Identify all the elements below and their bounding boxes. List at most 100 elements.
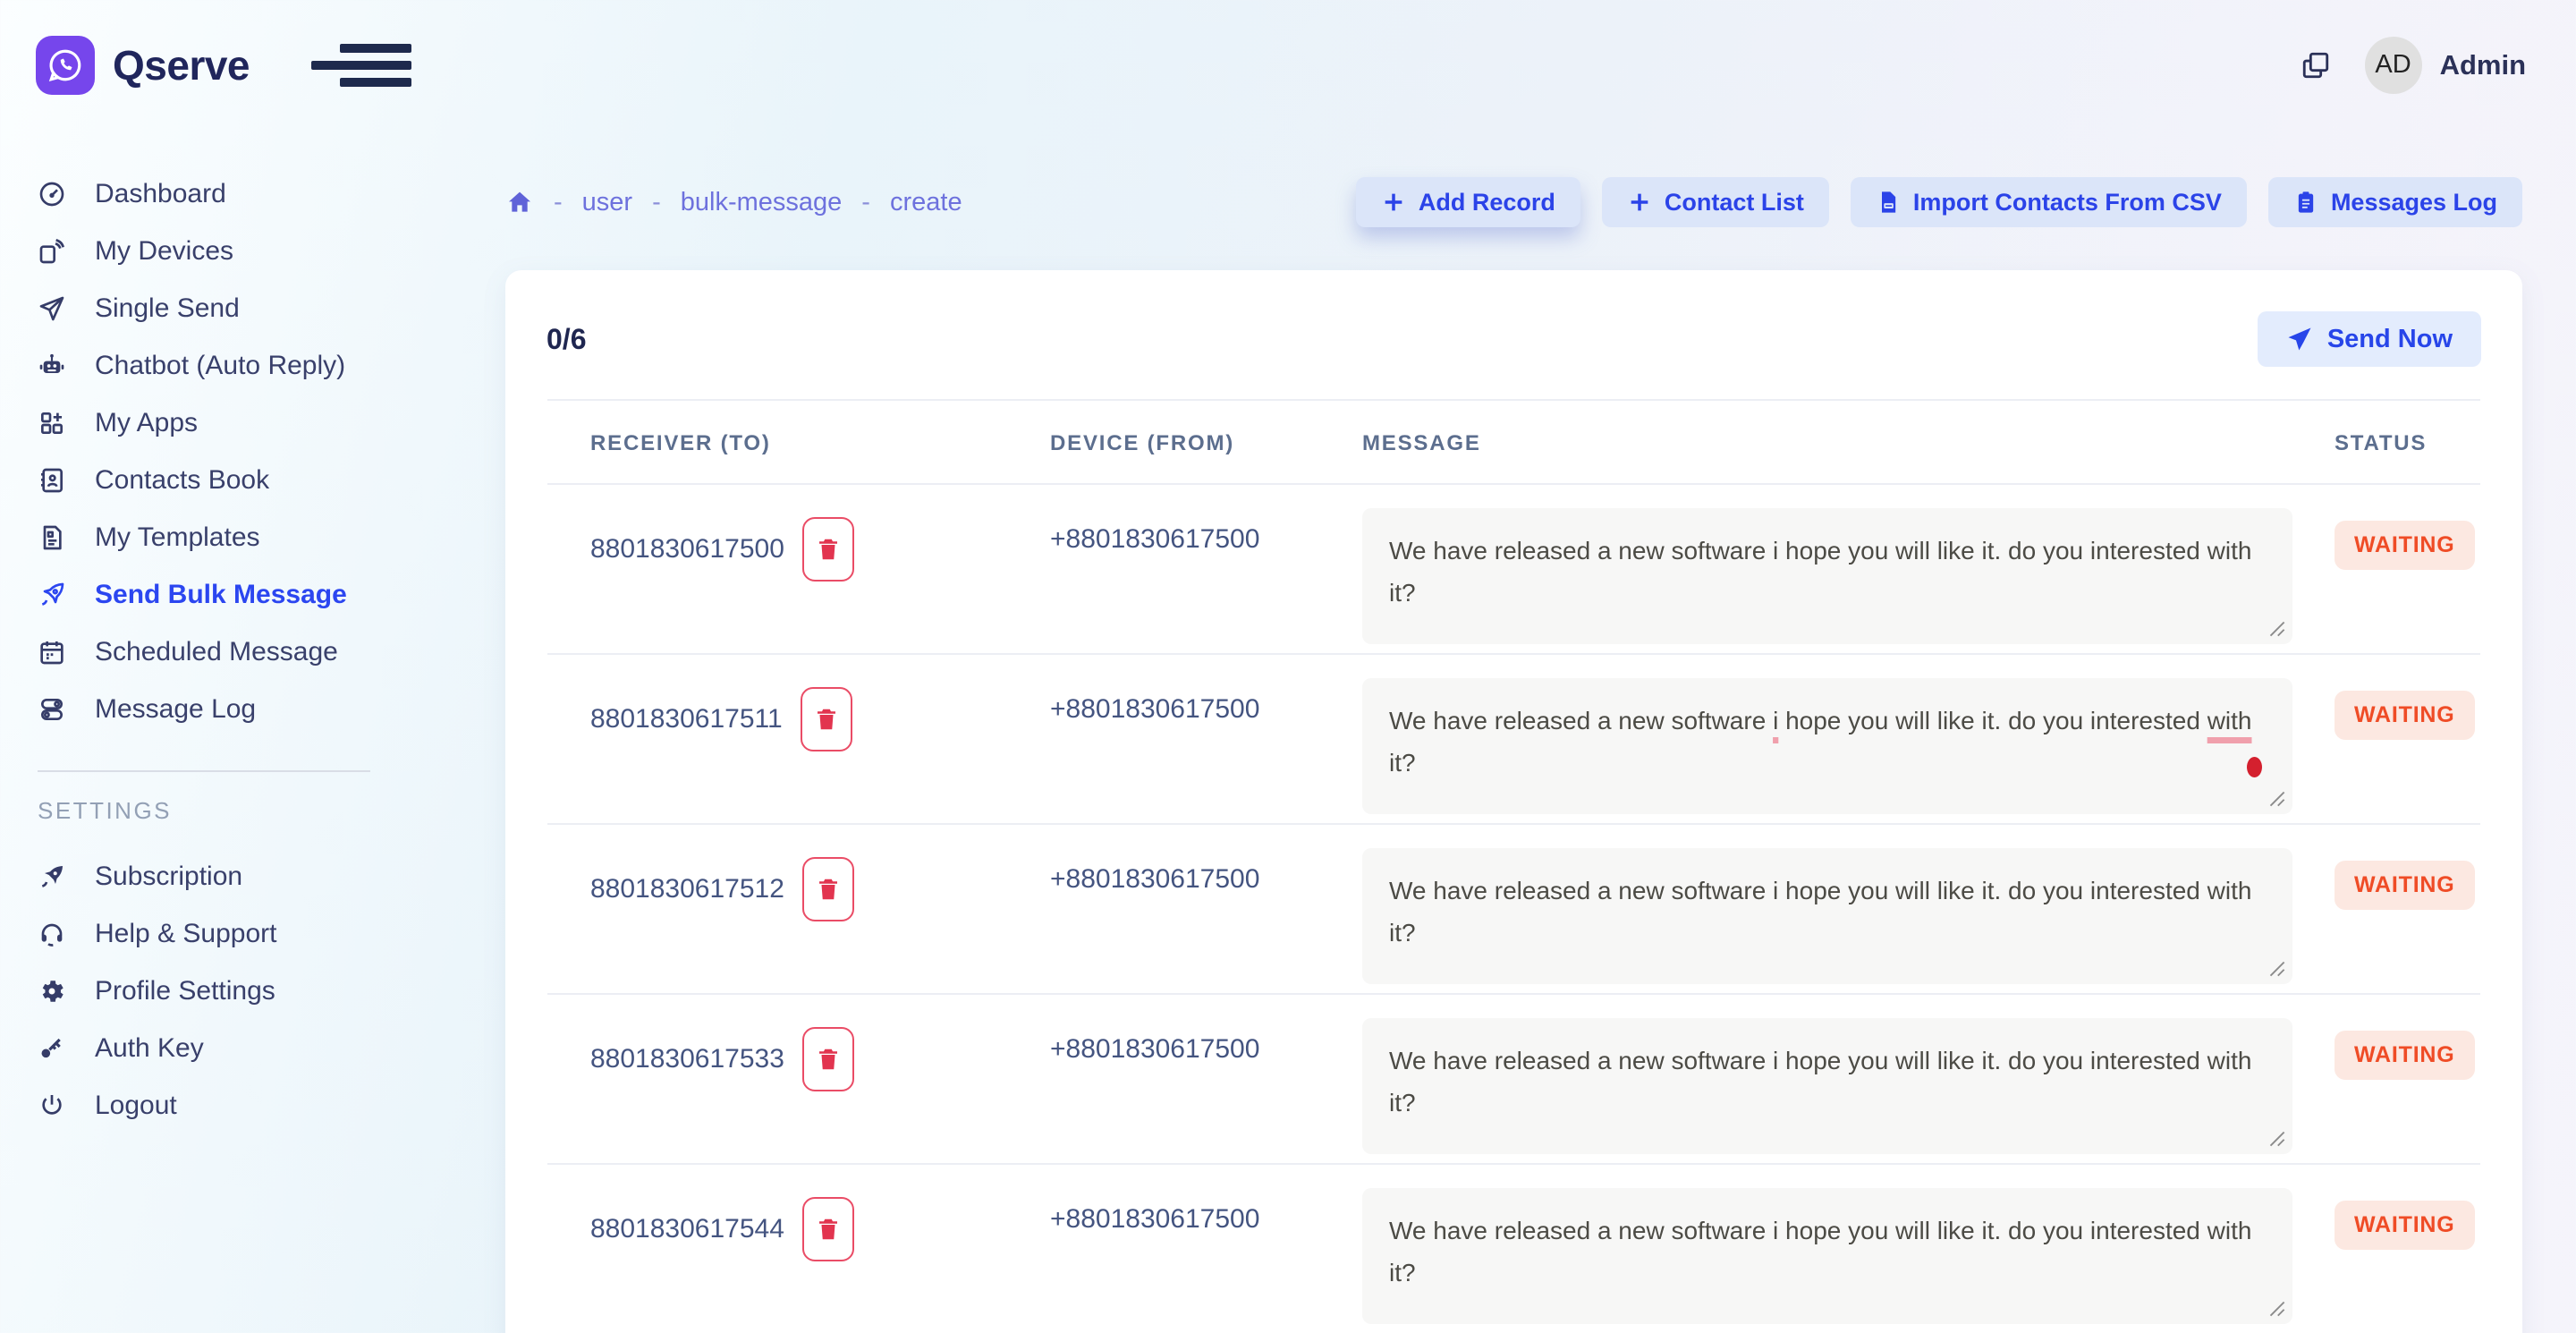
receiver-number: 8801830617500 [590, 534, 784, 565]
status-badge: WAITING [2334, 521, 2475, 570]
clipboard-icon [2293, 190, 2318, 215]
sidebar-item-label: Auth Key [95, 1033, 204, 1064]
message-textarea[interactable]: We have released a new software i hope y… [1362, 848, 2292, 984]
table-row: 8801830617544 +8801830617500 We have rel… [547, 1164, 2480, 1333]
toggles-icon [38, 695, 66, 724]
trash-icon [815, 536, 842, 563]
contact-list-button[interactable]: Contact List [1602, 177, 1829, 227]
home-icon[interactable] [505, 188, 534, 217]
delete-row-button[interactable] [802, 517, 854, 582]
breadcrumb-separator: - [861, 188, 870, 217]
receiver-number: 8801830617511 [590, 704, 783, 734]
sidebar-divider [38, 770, 370, 772]
breadcrumb-separator: - [652, 188, 661, 217]
resize-handle-icon[interactable] [2266, 957, 2285, 977]
breadcrumb-separator: - [554, 188, 563, 217]
table-header-row: RECEIVER (TO) DEVICE (FROM) MESSAGE STAT… [547, 400, 2480, 484]
sidebar-item-label: My Devices [95, 236, 233, 267]
sidebar-item-label: My Templates [95, 522, 260, 553]
sidebar-item-contacts-book[interactable]: Contacts Book [38, 452, 429, 509]
messages-log-button[interactable]: Messages Log [2268, 177, 2522, 227]
message-text: We have released a new software i hope y… [1389, 877, 2251, 947]
delete-row-button[interactable] [801, 687, 852, 751]
messages-log-label: Messages Log [2331, 189, 2497, 217]
column-header-device: DEVICE (FROM) [1050, 400, 1362, 484]
message-text: We have released a new software i hope y… [1389, 707, 2251, 777]
table-row: 8801830617533 +8801830617500 We have rel… [547, 994, 2480, 1164]
sidebar-item-single-send[interactable]: Single Send [38, 280, 429, 337]
message-textarea[interactable]: We have released a new software i hope y… [1362, 508, 2292, 644]
sidebar-item-label: My Apps [95, 408, 198, 438]
hamburger-menu-icon[interactable] [311, 38, 411, 92]
message-textarea[interactable]: We have released a new software i hope y… [1362, 1188, 2292, 1324]
sidebar-item-label: Send Bulk Message [95, 580, 347, 610]
spellcheck-dot [2247, 757, 2262, 777]
plus-icon [1381, 190, 1406, 215]
sidebar-item-my-devices[interactable]: My Devices [38, 223, 429, 280]
device-number: +8801830617500 [1050, 1034, 1362, 1065]
table-row: 8801830617511 +8801830617500 We have rel… [547, 654, 2480, 824]
device-number: +8801830617500 [1050, 1204, 1362, 1235]
sidebar-item-label: Contacts Book [95, 465, 269, 496]
delete-row-button[interactable] [802, 857, 854, 921]
fullscreen-copy-icon[interactable] [2301, 50, 2331, 81]
settings-section-label: SETTINGS [38, 797, 429, 825]
progress-counter: 0/6 [547, 323, 586, 356]
breadcrumb-bulk-message[interactable]: bulk-message [681, 188, 843, 217]
sidebar: Dashboard My Devices Single Send [0, 130, 429, 1134]
device-number: +8801830617500 [1050, 524, 1362, 555]
sidebar-item-label: Scheduled Message [95, 637, 338, 667]
trash-icon [815, 1216, 842, 1243]
sidebar-item-my-templates[interactable]: My Templates [38, 509, 429, 566]
delete-row-button[interactable] [802, 1197, 854, 1261]
resize-handle-icon[interactable] [2266, 617, 2285, 637]
sidebar-item-scheduled-message[interactable]: Scheduled Message [38, 624, 429, 681]
device-number: +8801830617500 [1050, 694, 1362, 725]
delete-row-button[interactable] [802, 1027, 854, 1091]
sidebar-item-profile-settings[interactable]: Profile Settings [38, 963, 429, 1020]
sidebar-item-chatbot[interactable]: Chatbot (Auto Reply) [38, 337, 429, 395]
status-badge: WAITING [2334, 861, 2475, 910]
message-text: We have released a new software i hope y… [1389, 1047, 2251, 1116]
sidebar-item-logout[interactable]: Logout [38, 1077, 429, 1134]
plus-icon [1627, 190, 1652, 215]
template-file-icon [38, 523, 66, 552]
brand-logo-link[interactable]: Qserve [36, 36, 250, 95]
sidebar-item-help-support[interactable]: Help & Support [38, 905, 429, 963]
power-icon [38, 1091, 66, 1120]
resize-handle-icon[interactable] [2266, 787, 2285, 807]
sidebar-item-subscription[interactable]: Subscription [38, 848, 429, 905]
add-record-button[interactable]: Add Record [1356, 177, 1580, 227]
rocket-filled-icon [38, 862, 66, 891]
sidebar-item-dashboard[interactable]: Dashboard [38, 166, 429, 223]
message-textarea[interactable]: We have released a new software i hope y… [1362, 1018, 2292, 1154]
breadcrumb-create[interactable]: create [890, 188, 962, 217]
sidebar-item-auth-key[interactable]: Auth Key [38, 1020, 429, 1077]
sidebar-item-label: Dashboard [95, 179, 226, 209]
send-plane-icon [2286, 326, 2313, 352]
breadcrumb-user[interactable]: user [582, 188, 632, 217]
whatsapp-logo-icon [36, 36, 95, 95]
message-textarea[interactable]: We have released a new software i hope y… [1362, 678, 2292, 814]
import-csv-button[interactable]: Import Contacts From CSV [1851, 177, 2247, 227]
sidebar-item-send-bulk-message[interactable]: Send Bulk Message [38, 566, 429, 624]
resize-handle-icon[interactable] [2266, 1297, 2285, 1317]
csv-file-icon [1876, 190, 1901, 215]
gear-icon [38, 977, 66, 1006]
paper-plane-icon [38, 294, 66, 323]
bulk-message-table: RECEIVER (TO) DEVICE (FROM) MESSAGE STAT… [547, 399, 2480, 1333]
topbar: Qserve AD Admin [0, 0, 2576, 130]
column-header-receiver: RECEIVER (TO) [547, 400, 1050, 484]
receiver-number: 8801830617533 [590, 1044, 784, 1074]
sidebar-item-message-log[interactable]: Message Log [38, 681, 429, 738]
status-badge: WAITING [2334, 691, 2475, 740]
table-row: 8801830617512 +8801830617500 We have rel… [547, 824, 2480, 994]
robot-icon [38, 352, 66, 380]
message-text: We have released a new software i hope y… [1389, 1217, 2251, 1286]
user-menu[interactable]: AD Admin [2365, 37, 2526, 94]
send-now-label: Send Now [2327, 325, 2453, 354]
resize-handle-icon[interactable] [2266, 1127, 2285, 1147]
breadcrumb: - user - bulk-message - create [505, 188, 962, 217]
sidebar-item-my-apps[interactable]: My Apps [38, 395, 429, 452]
send-now-button[interactable]: Send Now [2258, 311, 2481, 367]
